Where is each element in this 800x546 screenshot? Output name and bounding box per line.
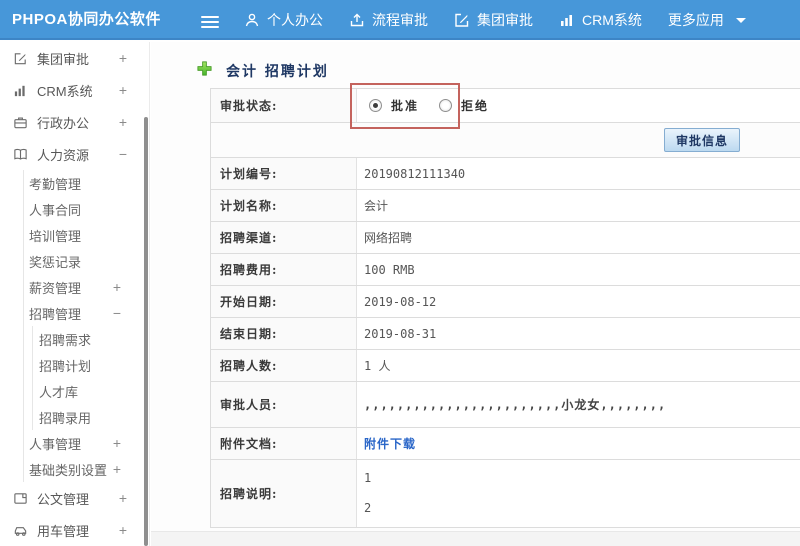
collapse-icon: − (112, 305, 121, 321)
sidebar-item-personnel[interactable]: 人事管理 + (24, 430, 149, 456)
sidebar-item-training[interactable]: 培训管理 (24, 222, 149, 248)
approver-value: ,,,,,,,,,,,,,,,,,,,,,,,,小龙女,,,,,,,, (364, 398, 667, 412)
page-title: 会计 招聘计划 (151, 42, 800, 86)
nav-more-apps[interactable]: 更多应用 (668, 10, 724, 30)
approval-info-button[interactable]: 审批信息 (663, 128, 740, 152)
field-label: 附件文档: (211, 428, 357, 459)
field-label: 招聘渠道: (211, 222, 357, 253)
field-label: 审批人员: (211, 382, 357, 427)
field-value: 网络招聘 (364, 231, 413, 245)
status-row: 审批状态: 批准 拒绝 (211, 89, 800, 123)
radio-approve[interactable] (369, 99, 382, 112)
sidebar-item-admin-office[interactable]: 行政办公 + (0, 106, 149, 138)
nav-personal-office[interactable]: 个人办公 (244, 10, 323, 30)
caret-down-icon[interactable] (735, 17, 746, 23)
sidebar-item-salary[interactable]: 薪资管理 + (24, 274, 149, 300)
field-value: 1 人 (364, 359, 391, 373)
sidebar-item-base-category[interactable]: 基础类别设置 + (24, 456, 149, 482)
expand-icon: + (112, 279, 121, 295)
page-footer-strip (151, 531, 800, 546)
expand-icon: + (112, 461, 121, 477)
table-row: 招聘渠道: 网络招聘 (211, 222, 800, 254)
sidebar-item-recruit-demand[interactable]: 招聘需求 (33, 326, 149, 352)
radio-approve-label: 批准 (391, 99, 420, 113)
nav-crm-system[interactable]: CRM系统 (559, 10, 642, 30)
expand-icon: + (118, 82, 127, 98)
sidebar-scrollbar[interactable] (144, 117, 148, 546)
sidebar-item-recruit-hire[interactable]: 招聘录用 (33, 404, 149, 430)
field-label: 招聘费用: (211, 254, 357, 285)
expand-icon: + (118, 522, 127, 538)
field-label: 招聘说明: (211, 460, 357, 527)
edit-icon (454, 12, 470, 28)
main-content: 会计 招聘计划 审批状态: 批准 拒绝 审批信息 计划编号: 201908121… (151, 42, 800, 546)
sidebar-item-rewards[interactable]: 奖惩记录 (24, 248, 149, 274)
sidebar-item-documents[interactable]: 公文管理 + (0, 482, 149, 514)
field-label: 计划名称: (211, 190, 357, 221)
radio-reject[interactable] (439, 99, 453, 112)
expand-icon: + (118, 50, 127, 66)
field-value: 2019-08-31 (364, 326, 437, 341)
attachment-row: 附件文档: 附件下载 (211, 428, 800, 460)
approver-row: 审批人员: ,,,,,,,,,,,,,,,,,,,,,,,,小龙女,,,,,,,… (211, 382, 800, 428)
expand-icon: + (118, 114, 127, 130)
bar-chart-icon (13, 83, 28, 98)
approval-button-row: 审批信息 (211, 123, 800, 158)
add-icon (196, 60, 213, 82)
description-row: 招聘说明: 1 2 (211, 460, 800, 528)
table-row: 招聘费用: 100 RMB (211, 254, 800, 286)
expand-icon: + (112, 435, 121, 451)
sidebar-item-recruit-plan[interactable]: 招聘计划 (33, 352, 149, 378)
nav-process-approval[interactable]: 流程审批 (349, 10, 428, 30)
app-logo: PHPOA协同办公软件 (12, 11, 161, 28)
briefcase-icon (13, 115, 28, 130)
table-row: 开始日期: 2019-08-12 (211, 286, 800, 318)
field-label: 开始日期: (211, 286, 357, 317)
book-icon (13, 147, 28, 162)
page-title-text: 会计 招聘计划 (226, 64, 329, 80)
radio-reject-label: 拒绝 (461, 99, 490, 113)
field-value: 会计 (364, 199, 389, 213)
field-value: 20190812111340 (364, 166, 466, 181)
table-row: 计划名称: 会计 (211, 190, 800, 222)
hr-submenu: 考勤管理 人事合同 培训管理 奖惩记录 薪资管理 + 招聘管理 − 招聘需求 招… (23, 170, 149, 482)
sidebar-item-vehicle[interactable]: 用车管理 + (0, 514, 149, 546)
description-value: 1 2 (364, 471, 372, 515)
user-icon (244, 12, 260, 28)
field-label: 结束日期: (211, 318, 357, 349)
top-bar: PHPOA协同办公软件 个人办公 流程审批 集团审批 CRM系统 更多应用 (0, 0, 800, 40)
sidebar-item-talent-pool[interactable]: 人才库 (33, 378, 149, 404)
field-value: 100 RMB (364, 262, 415, 277)
table-row: 结束日期: 2019-08-31 (211, 318, 800, 350)
field-label: 招聘人数: (211, 350, 357, 381)
recruit-plan-form: 审批状态: 批准 拒绝 审批信息 计划编号: 20190812111340 计划… (210, 88, 800, 528)
sidebar-item-crm[interactable]: CRM系统 + (0, 74, 149, 106)
sidebar-item-recruitment[interactable]: 招聘管理 − (24, 300, 149, 326)
bar-chart-icon (559, 12, 575, 28)
top-nav: 个人办公 流程审批 集团审批 CRM系统 更多应用 (244, 0, 746, 40)
sidebar: 集团审批 + CRM系统 + 行政办公 + 人力资源 − 考勤管理 人事合同 培… (0, 42, 150, 546)
document-icon (13, 491, 28, 506)
upload-icon (349, 12, 365, 28)
menu-icon[interactable] (201, 13, 219, 31)
sidebar-item-hr[interactable]: 人力资源 − (0, 138, 149, 170)
expand-icon: + (118, 490, 127, 506)
sidebar-item-group-approval[interactable]: 集团审批 + (0, 42, 149, 74)
collapse-icon: − (118, 146, 127, 162)
field-label: 计划编号: (211, 158, 357, 189)
recruitment-submenu: 招聘需求 招聘计划 人才库 招聘录用 (32, 326, 149, 430)
edit-icon (13, 51, 28, 66)
table-row: 招聘人数: 1 人 (211, 350, 800, 382)
nav-group-approval[interactable]: 集团审批 (454, 10, 533, 30)
table-row: 计划编号: 20190812111340 (211, 158, 800, 190)
sidebar-item-attendance[interactable]: 考勤管理 (24, 170, 149, 196)
status-value-cell: 批准 拒绝 (357, 89, 800, 122)
attachment-download-link[interactable]: 附件下载 (364, 435, 416, 452)
field-label: 审批状态: (211, 89, 357, 122)
car-icon (13, 523, 28, 538)
field-value: 2019-08-12 (364, 294, 437, 309)
sidebar-item-hr-contract[interactable]: 人事合同 (24, 196, 149, 222)
